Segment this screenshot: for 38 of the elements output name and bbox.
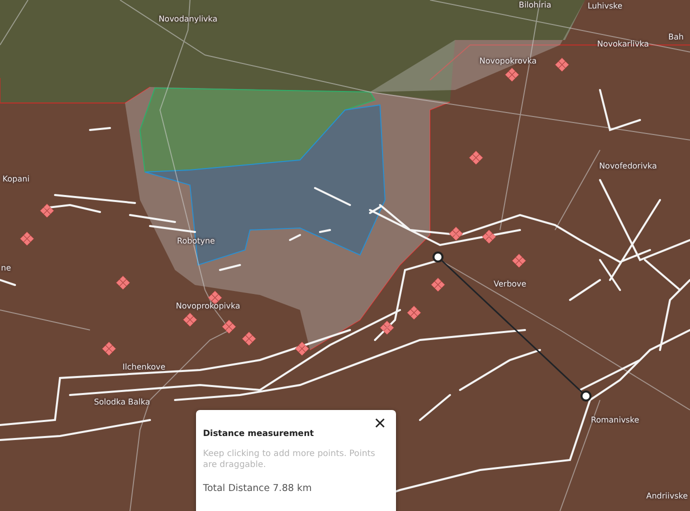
place-label: Kopani <box>2 176 30 184</box>
diamond-marker-icon <box>242 332 256 346</box>
diamond-marker-icon <box>102 342 116 356</box>
diamond-marker-icon <box>449 226 463 241</box>
diamond-marker-icon <box>512 254 526 268</box>
place-label: Verbove <box>494 280 526 290</box>
measurement-point[interactable] <box>432 252 444 262</box>
place-label: Novofedorivka <box>599 162 657 172</box>
place-label: ne <box>1 264 11 274</box>
place-label: Ilchenkove <box>122 364 166 372</box>
place-label: Novoprokopivka <box>176 302 240 312</box>
place-label: Novodanylivka <box>158 16 218 24</box>
place-label: Solodka Balka <box>94 398 150 408</box>
total-distance-text: Total Distance 7.88 km <box>203 482 313 496</box>
popup-title: Distance measurement <box>203 428 315 441</box>
place-label: Romanivske <box>590 416 640 426</box>
diamond-marker-icon <box>505 68 519 82</box>
diamond-marker-icon <box>20 232 34 246</box>
measurement-point[interactable] <box>580 390 592 402</box>
place-label: Luhivske <box>588 2 622 12</box>
place-label: Bah <box>668 34 684 42</box>
diamond-marker-icon <box>116 276 130 290</box>
place-label: Andriivske <box>646 492 688 502</box>
diamond-marker-icon <box>222 320 236 334</box>
diamond-marker-icon <box>183 312 197 327</box>
place-label: Bilohiria <box>518 2 552 10</box>
diamond-marker-icon <box>295 342 309 356</box>
place-label: Novokarlivka <box>597 40 649 50</box>
place-label: Novopokrovka <box>479 58 537 66</box>
diamond-marker-icon <box>380 320 394 335</box>
diamond-marker-icon <box>431 278 445 292</box>
diamond-marker-icon <box>555 58 569 72</box>
hint-text: Keep clicking to add more points. Points are draggable. <box>203 448 376 472</box>
diamond-marker-icon <box>40 204 54 218</box>
diamond-marker-icon <box>469 150 483 165</box>
diamond-marker-icon <box>407 306 421 320</box>
close-icon <box>374 417 386 429</box>
diamond-marker-icon <box>482 230 496 244</box>
